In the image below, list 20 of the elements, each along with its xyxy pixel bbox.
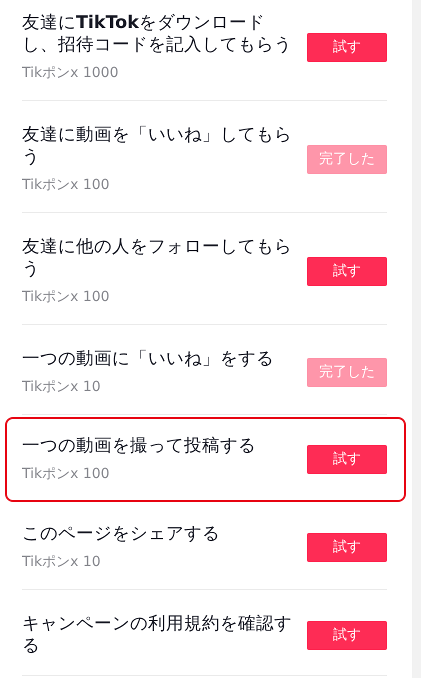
task-title: キャンペーンの利用規約を確認する (22, 613, 293, 657)
task-title: 一つの動画に「いいね」をする (22, 348, 275, 370)
reward-text: Tikポンx 100 (22, 176, 111, 194)
reward-text: Tikポンx 10 (22, 553, 102, 571)
try-button[interactable]: 試す (307, 532, 387, 562)
task-title: 友達に動画を「いいね」してもらう (22, 124, 293, 168)
completed-button[interactable]: 完了した (307, 144, 387, 174)
try-button[interactable]: 試す (307, 256, 387, 286)
task-title: 一つの動画を撮って投稿する (22, 435, 257, 457)
reward-text: Tikポンx 1000 (22, 64, 120, 82)
task-title: 友達に他の人をフォローしてもらう (22, 236, 293, 280)
try-button[interactable]: 試す (307, 444, 387, 474)
try-button[interactable]: 試す (307, 620, 387, 650)
completed-button[interactable]: 完了した (307, 358, 387, 386)
task-title: このページをシェアする (22, 523, 221, 545)
reward-text: Tikポンx 100 (22, 465, 111, 483)
task-title: 友達にTikTokをダウンロードし、招待コードを記入してもらう (22, 12, 293, 56)
reward-text: Tikポンx 10 (22, 378, 102, 396)
try-button[interactable]: 試す (307, 32, 387, 62)
reward-text: Tikポンx 100 (22, 288, 111, 306)
